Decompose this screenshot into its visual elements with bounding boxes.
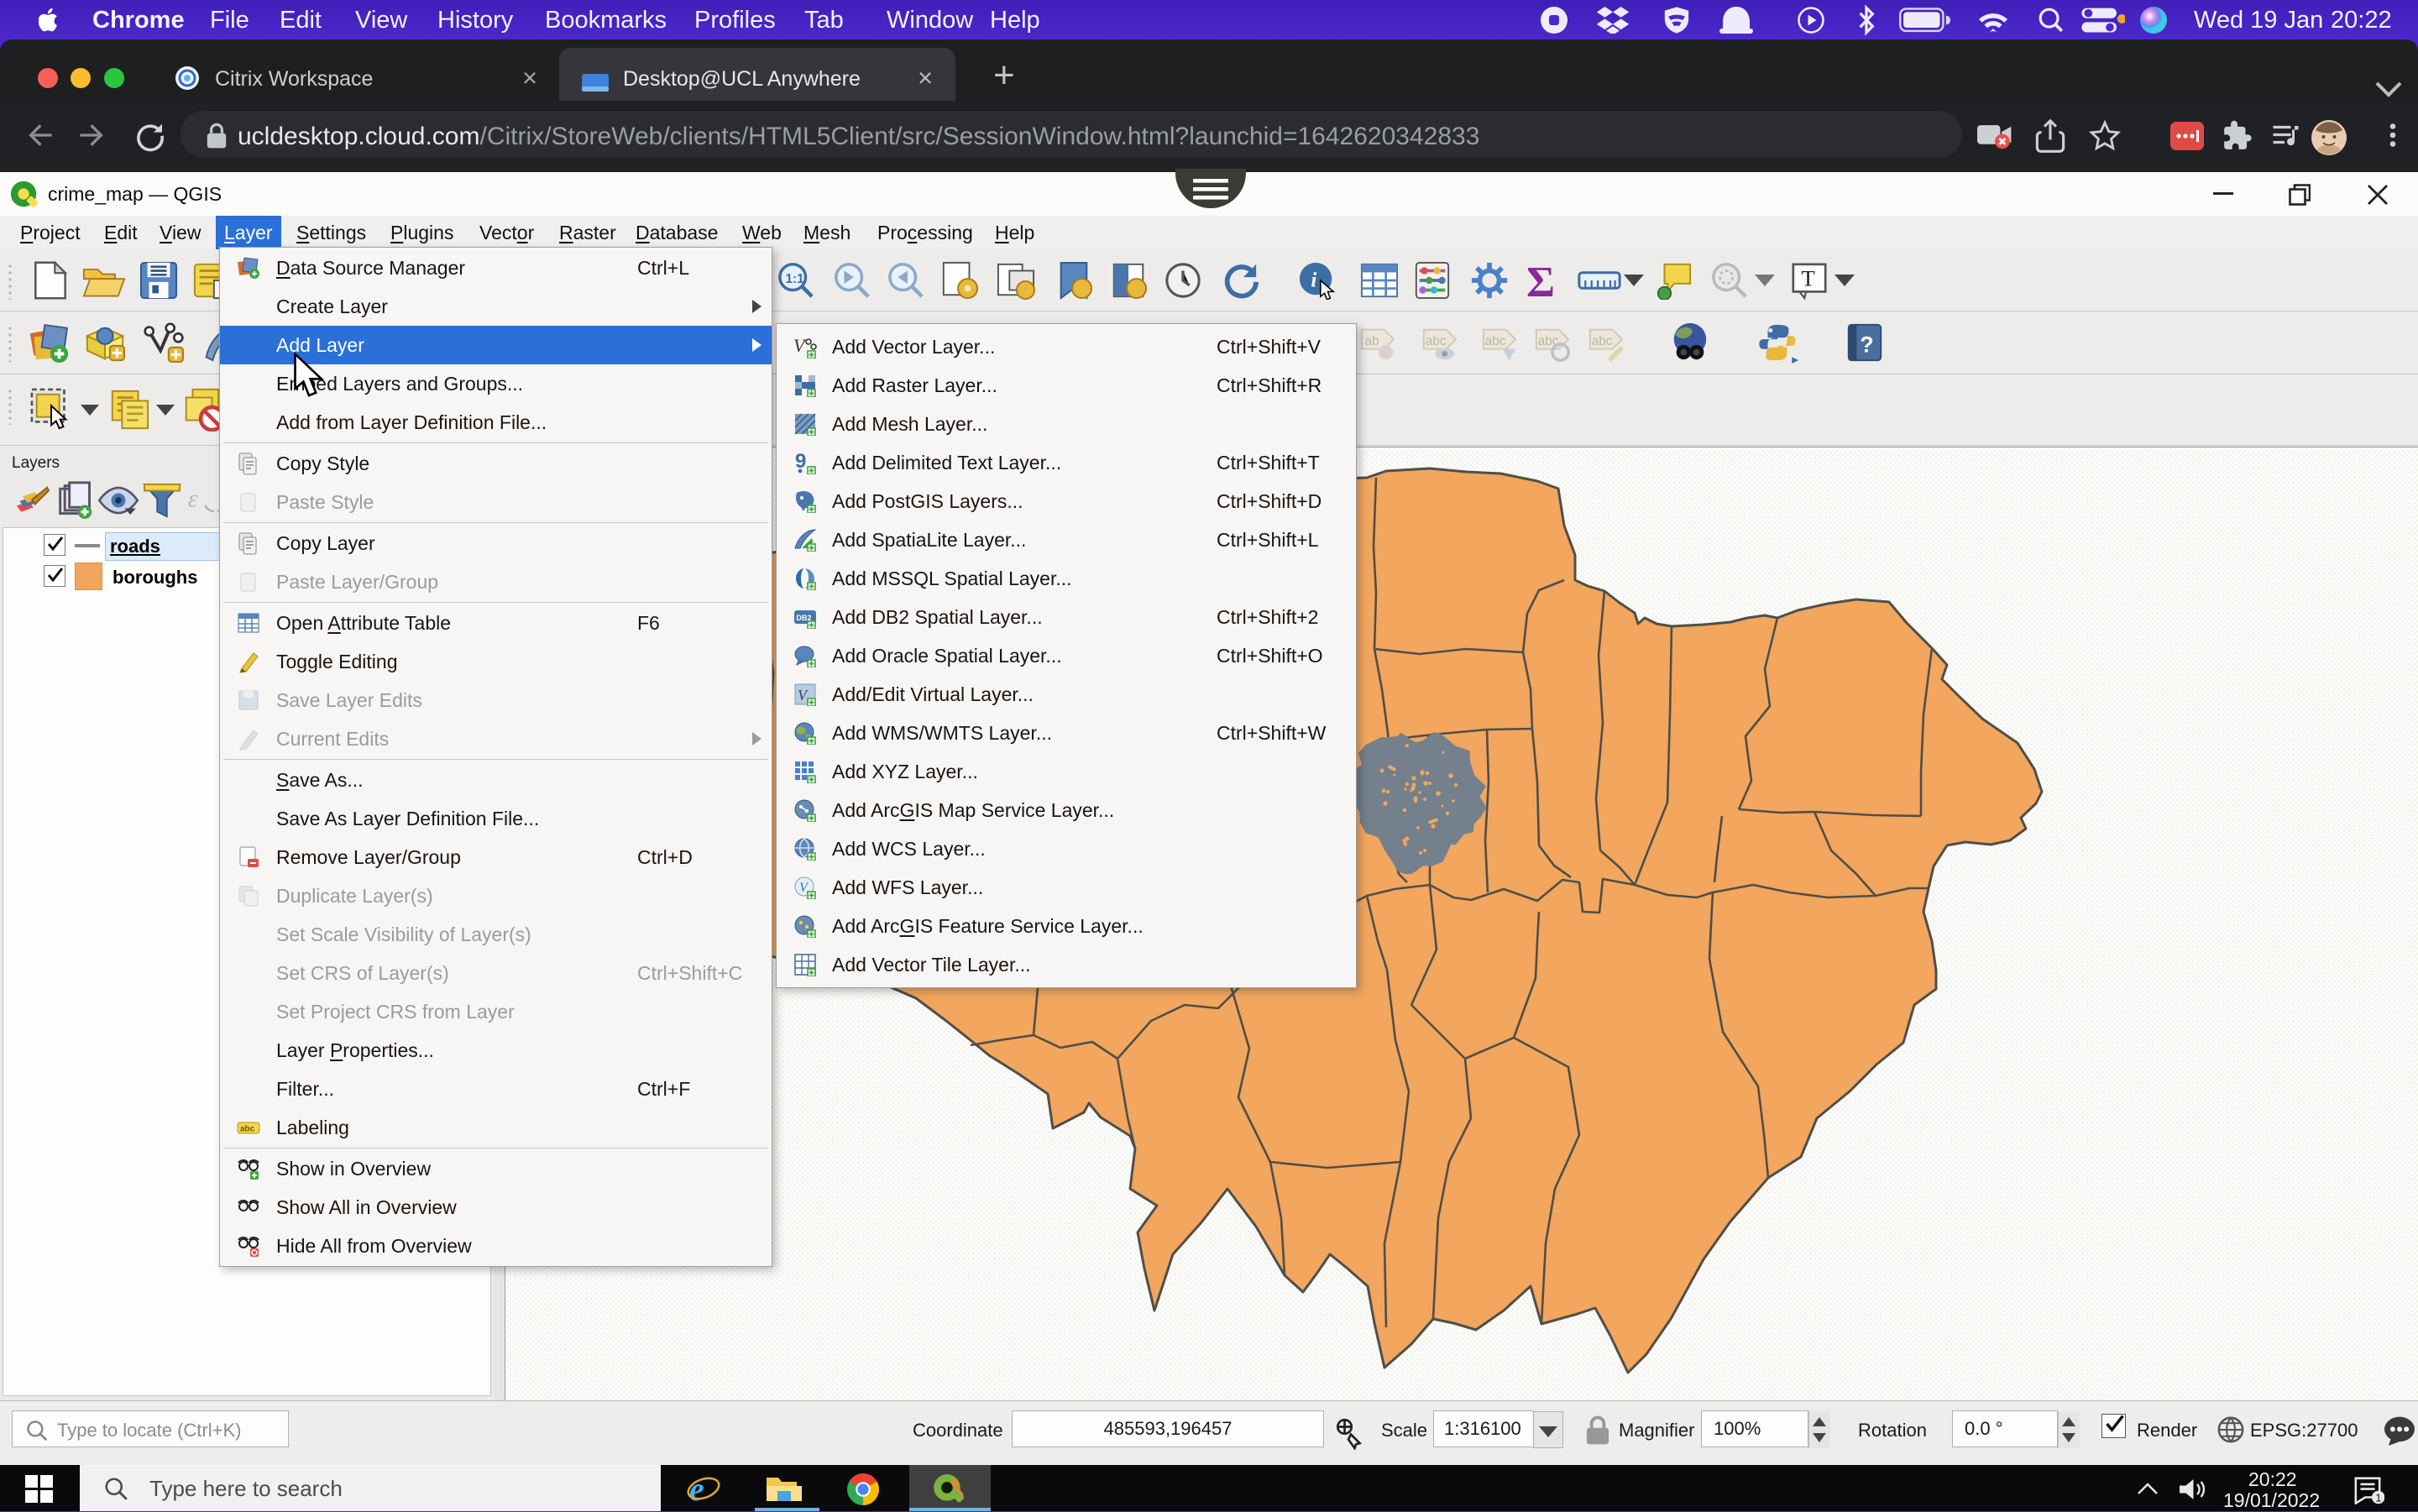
svg-text:V: V [793,335,807,356]
svg-text:i: i [1311,269,1316,292]
svg-text:abc: abc [1426,334,1447,348]
svg-text:1:1: 1:1 [786,272,805,286]
svg-text:ab: ab [1365,334,1379,348]
svg-text:abc: abc [1592,334,1613,348]
svg-text:e: e [689,1472,704,1507]
svg-text:Σ: Σ [1526,259,1555,301]
svg-text:1: 1 [2375,1492,2381,1504]
svg-text:abc: abc [240,1125,255,1134]
svg-text:abc: abc [1485,334,1506,348]
svg-text:T: T [1801,266,1814,291]
svg-text:ε: ε [188,485,198,512]
svg-text:?: ? [1860,332,1873,358]
